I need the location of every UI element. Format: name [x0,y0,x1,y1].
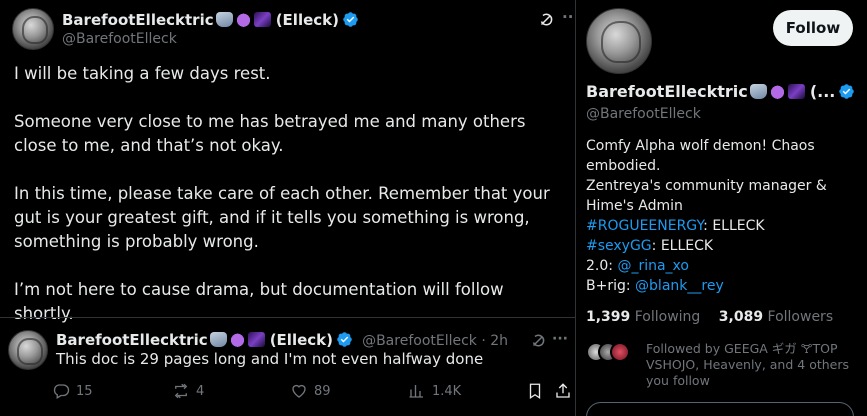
grok-icon[interactable] [537,11,555,29]
profile-stats: 1,399 Following 3,089 Followers [586,309,833,325]
profile-name-suffix[interactable]: (... [810,82,836,101]
reply-body: This doc is 29 pages long and I'm not ev… [56,350,484,368]
bio-line: Comfy Alpha wolf demon! Chaos embodied. [586,138,815,174]
grok-icon[interactable] [529,332,547,350]
bio-line: #ROGUEENERGY: ELLECK [586,216,861,236]
views-button[interactable]: 1.4K [408,382,461,400]
like-count: 89 [314,383,331,399]
reply-action-bar: 15 4 89 1.4K [52,382,574,406]
post-paragraph: Someone very close to me has betrayed me… [14,112,526,155]
verified-badge-icon[interactable] [336,331,353,348]
views-count: 1.4K [432,383,462,399]
post-author-header: BarefootEllecktric (Elleck) [62,10,359,29]
galaxy-emoji-icon [253,12,271,27]
bio-text: B+rig: [586,278,636,294]
hashtag-link[interactable]: #sexyGG [586,238,652,254]
following-label: Following [634,309,701,325]
post-more-button[interactable]: ·· [562,8,573,26]
galaxy-emoji-icon [787,84,805,99]
like-button[interactable]: 89 [290,382,331,400]
repost-icon [174,383,188,399]
post-author-avatar[interactable] [12,8,54,50]
bio-text: : ELLECK [703,218,765,234]
wolf-emoji-icon [749,84,767,99]
profile-bio: Comfy Alpha wolf demon! Chaos embodied. … [586,136,861,296]
reply-handle-time[interactable]: @BarefootElleck · 2h [362,333,508,349]
reply-author-header: BarefootEllecktric (Elleck) @BarefootEll… [56,330,508,349]
following-link[interactable]: 1,399 Following [586,309,700,325]
views-icon [409,385,423,398]
reply-icon [53,384,70,399]
bio-line: B+rig: @blank__rey [586,276,861,296]
profile-handle[interactable]: @BarefootElleck [586,106,701,122]
mention-link[interactable]: @_rina_xo [617,258,689,274]
devil-emoji-icon [234,12,252,27]
share-button[interactable] [554,382,572,400]
reply-count: 15 [76,383,93,399]
followers-link[interactable]: 3,089 Followers [719,309,833,325]
post-body: I will be taking a few days rest. Someon… [14,62,562,326]
mutual-avatar [610,342,630,362]
post-author-handle[interactable]: @BarefootElleck [62,31,177,47]
bio-line: Zentreya's community manager & Hime's Ad… [586,178,827,214]
repost-button[interactable]: 4 [172,382,204,400]
wolf-emoji-icon [215,12,233,27]
reply-author-avatar[interactable] [8,330,48,370]
profile-card-bottom-button[interactable] [586,402,854,416]
post-paragraph: In this time, please take care of each o… [14,184,550,251]
post-author-name-suffix[interactable]: (Elleck) [276,11,339,29]
share-icon [556,383,570,398]
follow-button[interactable]: Follow [773,10,853,46]
reply-author-name-suffix[interactable]: (Elleck) [270,331,333,349]
galaxy-emoji-icon [247,332,265,347]
post-paragraph: I’m not here to cause drama, but documen… [14,280,504,323]
bio-line: 2.0: @_rina_xo [586,256,861,276]
profile-name-row: BarefootEllecktric (... [586,82,855,101]
bio-line: #sexyGG: ELLECK [586,236,861,256]
devil-emoji-icon [768,84,786,99]
followers-count: 3,089 [718,309,764,325]
followed-by-text[interactable]: Followed by GEEGA ギガ 🝖TOP VSHOJO, Heaven… [646,341,856,389]
verified-badge-icon[interactable] [342,11,359,28]
wolf-emoji-icon [209,332,227,347]
bio-text: 2.0: [586,258,618,274]
mention-link[interactable]: @blank__rey [635,278,724,294]
following-count: 1,399 [586,309,631,325]
bookmark-button[interactable] [526,382,544,400]
reply-button[interactable]: 15 [52,382,93,400]
hashtag-link[interactable]: #ROGUEENERGY [586,218,703,234]
verified-badge-icon[interactable] [838,83,855,100]
like-icon [292,384,306,398]
devil-emoji-icon [228,332,246,347]
followers-label: Followers [767,309,834,325]
profile-avatar[interactable] [586,8,652,74]
bio-text: : ELLECK [651,238,714,254]
bookmark-icon [529,383,541,400]
main-timeline: BarefootEllecktric (Elleck) @BarefootEll… [0,0,576,416]
post-author-name[interactable]: BarefootEllecktric [62,11,214,29]
reply-author-name[interactable]: BarefootEllecktric [56,331,208,349]
repost-count: 4 [196,383,205,399]
post-divider [0,317,576,318]
post-paragraph: I will be taking a few days rest. [14,64,271,83]
profile-display-name[interactable]: BarefootEllecktric [586,82,748,101]
reply-more-button[interactable]: ··· [552,331,568,347]
